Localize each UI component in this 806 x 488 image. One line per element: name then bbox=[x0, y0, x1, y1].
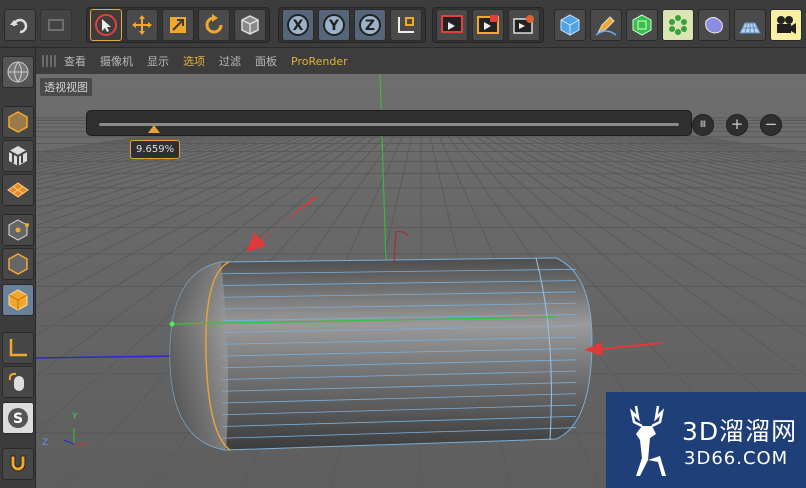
slider-track[interactable] bbox=[99, 123, 679, 126]
main-toolbar: X Y Z bbox=[0, 0, 806, 48]
axis-mode-icon[interactable] bbox=[2, 332, 34, 364]
deformer-icon[interactable] bbox=[698, 9, 730, 41]
menu-panel[interactable]: 面板 bbox=[255, 53, 277, 69]
magnet-icon[interactable] bbox=[2, 448, 34, 480]
menu-view[interactable]: 查看 bbox=[64, 53, 86, 69]
menu-camera[interactable]: 摄像机 bbox=[100, 53, 133, 69]
menu-filter[interactable]: 过滤 bbox=[219, 53, 241, 69]
svg-text:X: X bbox=[293, 18, 304, 34]
watermark-title: 3D溜溜网 bbox=[682, 417, 798, 446]
slider-value-label: 9.659% bbox=[130, 140, 181, 159]
gizmo-y-label: Y bbox=[72, 412, 78, 422]
floor-icon[interactable] bbox=[734, 9, 766, 41]
move-icon[interactable] bbox=[126, 9, 158, 41]
workplane-icon[interactable] bbox=[2, 174, 34, 206]
model-mode-icon[interactable] bbox=[2, 106, 34, 138]
watermark-url: 3D66.COM bbox=[684, 448, 789, 469]
globe-icon[interactable] bbox=[2, 56, 34, 88]
viewport-menubar: 查看 摄像机 显示 选项 过滤 面板 ProRender bbox=[36, 48, 806, 74]
menu-options[interactable]: 选项 bbox=[183, 53, 205, 69]
z-axis-icon[interactable]: Z bbox=[354, 9, 386, 41]
menu-display[interactable]: 显示 bbox=[147, 53, 169, 69]
render-region-icon[interactable] bbox=[436, 9, 468, 41]
app-window: X Y Z S 查看 摄像机 显示 选项 过滤 面板 ProRender 透视视… bbox=[0, 0, 806, 488]
tweak-mode-icon[interactable] bbox=[2, 366, 34, 398]
scale-icon[interactable] bbox=[162, 9, 194, 41]
pen-icon[interactable] bbox=[590, 9, 622, 41]
cylinder-object[interactable] bbox=[169, 257, 593, 451]
edges-mode-icon[interactable] bbox=[2, 248, 34, 280]
y-axis-icon[interactable]: Y bbox=[318, 9, 350, 41]
redo-icon[interactable] bbox=[40, 9, 72, 41]
undo-icon[interactable] bbox=[4, 9, 36, 41]
points-mode-icon[interactable] bbox=[2, 214, 34, 246]
viewport-title[interactable]: 透视视图 bbox=[40, 78, 92, 96]
subdivision-icon[interactable] bbox=[626, 9, 658, 41]
render-settings-icon[interactable] bbox=[508, 9, 540, 41]
slider-minus-button[interactable]: − bbox=[760, 114, 782, 136]
gizmo-z-label: Z bbox=[42, 438, 49, 448]
render-view-icon[interactable] bbox=[472, 9, 504, 41]
loop-cut-slider[interactable] bbox=[86, 110, 692, 136]
svg-text:Z: Z bbox=[365, 18, 375, 34]
deer-logo-icon bbox=[629, 405, 666, 476]
menu-prorender[interactable]: ProRender bbox=[291, 55, 348, 68]
svg-text:Y: Y bbox=[328, 18, 340, 34]
texture-mode-icon[interactable] bbox=[2, 140, 34, 172]
x-axis-icon[interactable]: X bbox=[282, 9, 314, 41]
slider-handle[interactable] bbox=[148, 125, 161, 133]
object-icon[interactable] bbox=[234, 9, 266, 41]
snap-icon[interactable]: S bbox=[2, 402, 34, 434]
left-toolbar: S bbox=[0, 48, 36, 488]
svg-text:S: S bbox=[13, 411, 23, 427]
perspective-viewport[interactable]: 透视视图 9.659% Ⅲ + − Y Z 3D溜溜网 3D66.COM bbox=[36, 74, 806, 488]
rotate-icon[interactable] bbox=[198, 9, 230, 41]
polygons-mode-icon[interactable] bbox=[2, 284, 34, 316]
cube-icon[interactable] bbox=[554, 9, 586, 41]
array-icon[interactable] bbox=[662, 9, 694, 41]
watermark: 3D溜溜网 3D66.COM bbox=[606, 392, 806, 488]
menubar-grip[interactable] bbox=[42, 55, 56, 67]
select-icon[interactable] bbox=[90, 9, 122, 41]
slider-plus-button[interactable]: + bbox=[726, 114, 748, 136]
slider-bars-button[interactable]: Ⅲ bbox=[692, 114, 714, 136]
camera-icon[interactable] bbox=[770, 9, 802, 41]
coordinate-icon[interactable] bbox=[390, 9, 422, 41]
